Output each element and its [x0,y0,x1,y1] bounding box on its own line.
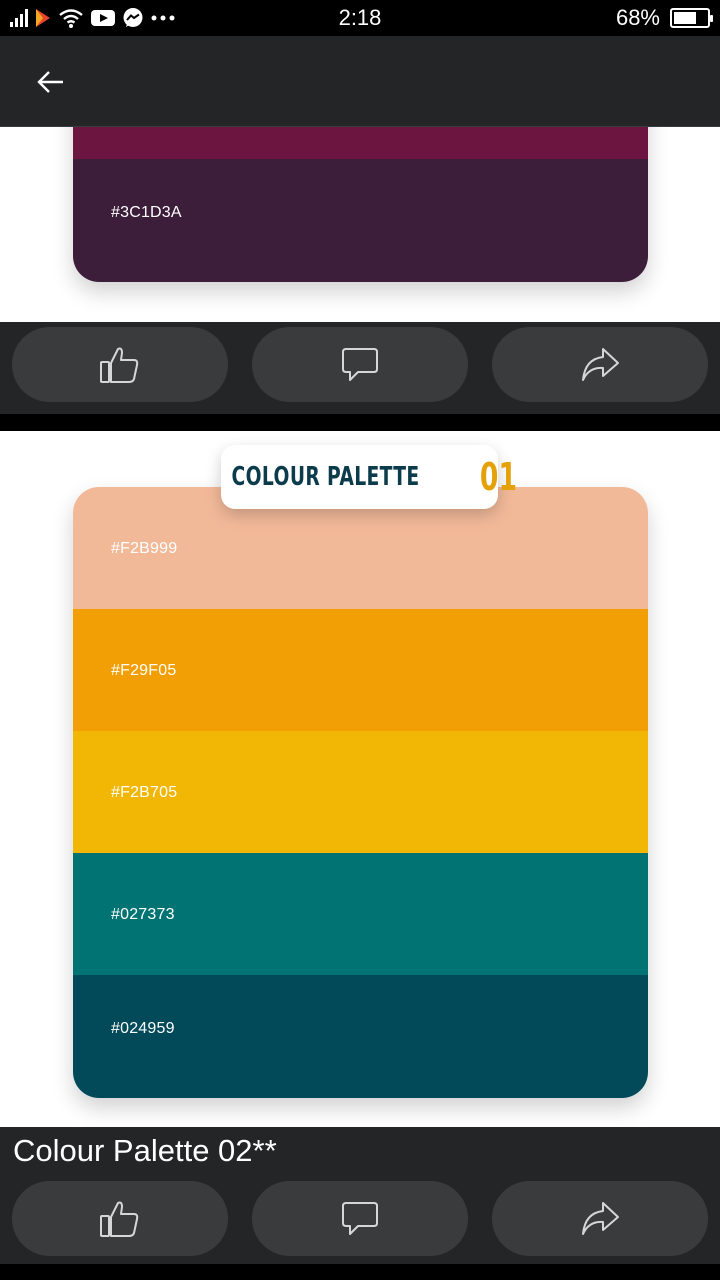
post-separator [0,414,720,431]
thumbs-up-icon [100,347,139,383]
battery-icon [670,8,713,28]
share-icon [582,1201,619,1235]
color-swatch [73,127,648,159]
arrow-left-icon [37,71,63,93]
swatch-hex-label: #F2B705 [111,784,178,801]
comment-button[interactable] [252,1181,468,1256]
swatch-hex-label: #F29F05 [111,662,177,679]
color-swatch-5: #024959 [73,975,648,1098]
battery-percentage: 68% [615,5,660,30]
back-button[interactable] [26,60,76,104]
color-swatch-2: #F29F05 [73,609,648,731]
status-time: 2:18 [338,5,382,30]
post-actions-bar [0,1176,720,1264]
post-separator [0,1264,720,1280]
post-image-colour-palette[interactable]: COLOUR PALETTE 01 #F2B999 #F29F05 #F2B70… [0,431,720,1127]
thumbs-up-icon [100,1201,139,1237]
palette-card: #3C1D3A [73,127,648,282]
status-icons-right: 68% [615,5,713,31]
like-button[interactable] [12,327,228,402]
battery-level [674,12,696,24]
status-bar: 2:18 68% [0,0,720,36]
color-swatch: #3C1D3A [73,159,648,282]
comment-button[interactable] [252,327,468,402]
share-button[interactable] [492,1181,708,1256]
comment-icon [342,347,378,381]
swatch-hex-label: #F2B999 [111,540,178,557]
palette-title-badge: COLOUR PALETTE 01 [221,445,517,509]
palette-card: #F2B999 #F29F05 #F2B705 #027373 #024959 [73,487,648,1098]
swatch-hex-label: #3C1D3A [111,204,182,221]
app-bar [0,36,720,127]
color-swatch-4: #027373 [73,853,648,975]
post-actions-bar [0,322,720,414]
comment-icon [342,1201,378,1235]
share-button[interactable] [492,327,708,402]
post-caption: Colour Palette 02** [13,1133,277,1168]
color-swatch-3: #F2B705 [73,731,648,853]
share-icon [582,347,619,381]
palette-number: 01 [479,455,517,499]
post-caption-area: Colour Palette 02** [0,1127,720,1176]
post-image-palette-prev[interactable]: #3C1D3A [0,127,720,322]
swatch-hex-label: #027373 [111,906,175,923]
like-button[interactable] [12,1181,228,1256]
swatch-hex-label: #024959 [111,1020,175,1037]
palette-title: COLOUR PALETTE [231,462,420,492]
